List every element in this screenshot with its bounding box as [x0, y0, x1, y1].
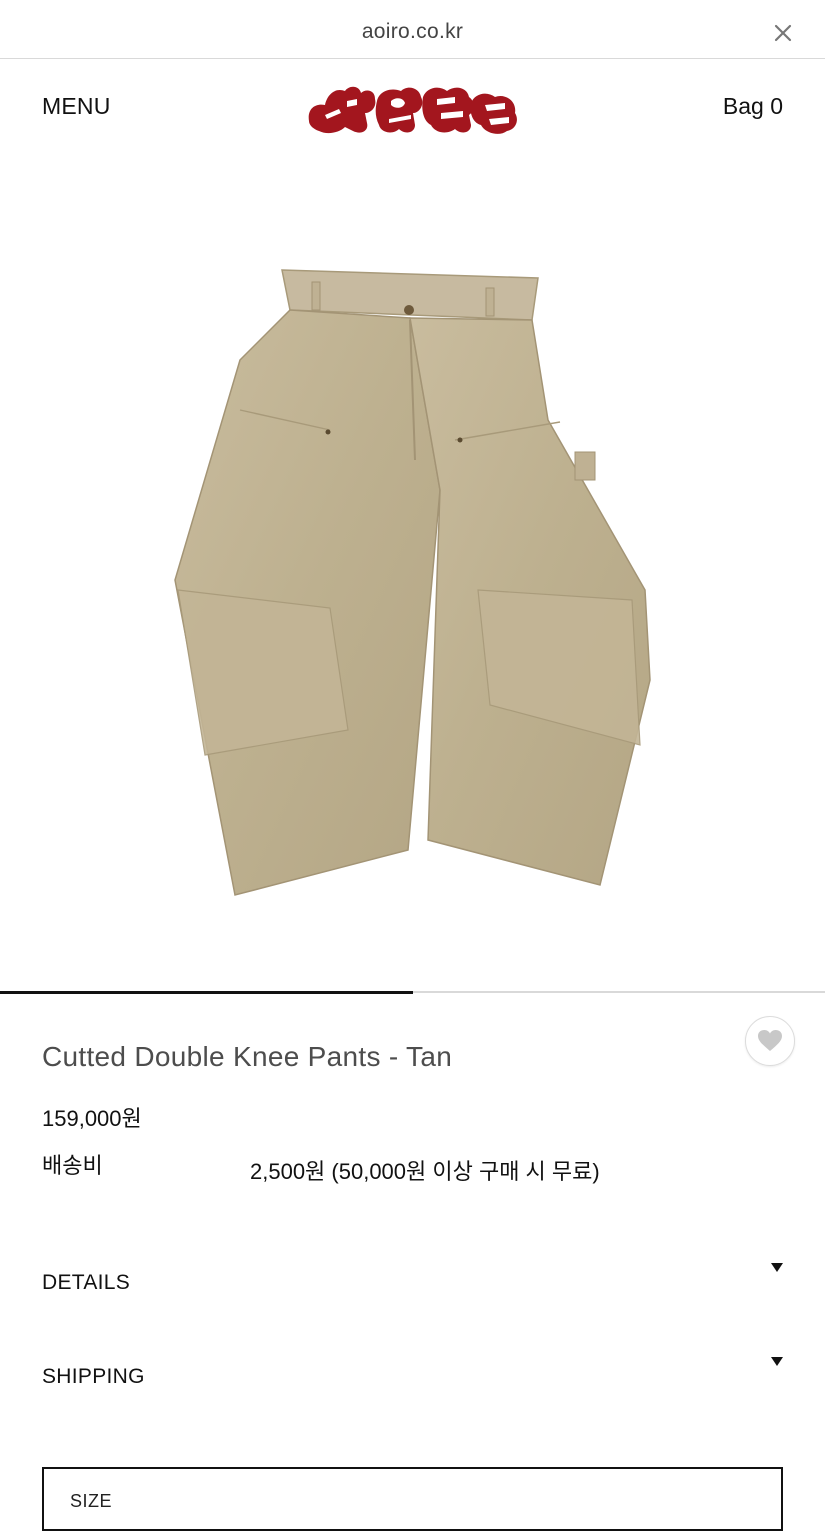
gallery-progress-indicator [0, 991, 413, 994]
wishlist-button[interactable] [745, 1016, 795, 1066]
brand-logo[interactable] [305, 79, 520, 139]
shipping-accordion[interactable]: SHIPPING [42, 1357, 783, 1397]
details-accordion[interactable]: DETAILS [42, 1263, 783, 1303]
size-select[interactable]: SIZE [42, 1467, 783, 1531]
caret-down-icon [771, 1263, 783, 1272]
size-select-label: SIZE [70, 1491, 113, 1511]
browser-url-bar: aoiro.co.kr [0, 0, 825, 59]
product-title: Cutted Double Knee Pants - Tan [42, 1041, 453, 1072]
close-icon[interactable] [770, 20, 796, 46]
shipping-fee-label: 배송비 [42, 1153, 103, 1178]
product-price: 159,000원 [42, 1106, 142, 1131]
menu-button[interactable]: MENU [42, 93, 111, 120]
caret-down-icon [771, 1357, 783, 1366]
site-header: MENU Bag 0 [0, 59, 825, 159]
details-label: DETAILS [42, 1271, 131, 1294]
heart-icon [758, 1030, 782, 1051]
product-image[interactable] [0, 160, 825, 992]
bag-button[interactable]: Bag 0 [723, 93, 783, 120]
shipping-label: SHIPPING [42, 1365, 145, 1388]
gallery-progress-track [0, 991, 825, 994]
shipping-fee-value: 2,500원 (50,000원 이상 구매 시 무료) [250, 1159, 600, 1184]
url-text: aoiro.co.kr [361, 20, 464, 43]
